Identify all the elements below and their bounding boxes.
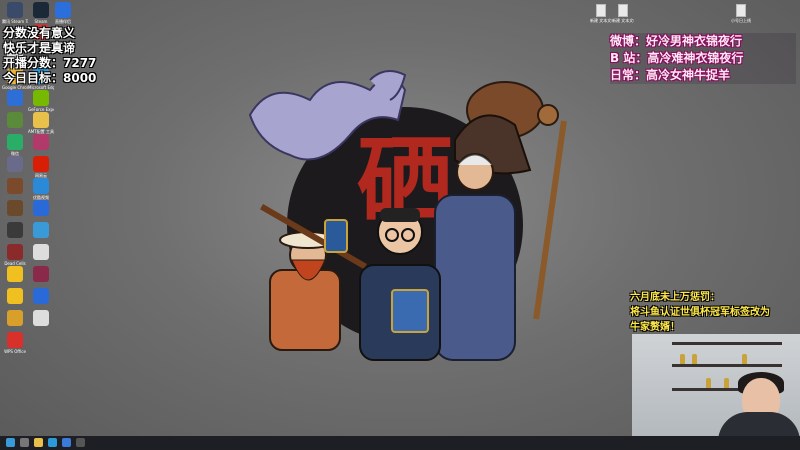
desktop-shortcut[interactable]: 腾讯 Steam Trouble bbox=[2, 2, 28, 24]
document-icon bbox=[596, 4, 606, 17]
penalty-notice: 六月底未上万惩罚： 将斗鱼认证世俱杯冠军标签改为 牛家赘婿！ bbox=[630, 290, 800, 335]
trophy-icon bbox=[706, 378, 711, 388]
start-score: 开播分数：7277 bbox=[3, 56, 97, 70]
score-overlay: 分数没有意义 快乐才是真谛 开播分数：7277 今日目标：8000 bbox=[3, 26, 96, 86]
desktop-shortcut[interactable] bbox=[2, 156, 28, 173]
desktop-shortcut[interactable] bbox=[28, 288, 54, 305]
social-overlay: 微博：好冷男神衣锦夜行 B 站：高冷难神衣锦夜行 日常：高冷女神牛捉羊 bbox=[610, 33, 796, 84]
desktop-shortcut[interactable] bbox=[2, 266, 28, 283]
stream-icon bbox=[55, 2, 71, 18]
document-icon bbox=[618, 4, 628, 17]
file-label: 小号日上线 bbox=[731, 18, 751, 23]
netease-icon bbox=[33, 156, 49, 172]
desktop-file[interactable]: 小号日上线 bbox=[730, 4, 752, 23]
desktop-file[interactable]: 新建 文本文档 bbox=[590, 4, 612, 23]
wizard-staff bbox=[533, 120, 567, 320]
desktop-shortcut[interactable] bbox=[28, 310, 54, 327]
desktop-shortcut[interactable] bbox=[28, 200, 54, 217]
desktop-shortcut[interactable]: 优酷视频 bbox=[28, 178, 54, 200]
hearthstone-card bbox=[324, 219, 348, 253]
app-icon bbox=[7, 266, 23, 282]
desktop-shortcut[interactable] bbox=[2, 112, 28, 129]
app-icon bbox=[33, 288, 49, 304]
desktop-shortcut[interactable] bbox=[2, 200, 28, 217]
wps-icon bbox=[7, 332, 23, 348]
desktop-shortcut[interactable] bbox=[2, 288, 28, 305]
app-icon bbox=[7, 222, 23, 238]
folder-icon bbox=[33, 112, 49, 128]
desktop-shortcut[interactable]: 微信 bbox=[2, 134, 28, 156]
desktop-shortcut[interactable]: 网易云 bbox=[28, 156, 54, 178]
score-motto-1: 分数没有意义 bbox=[3, 26, 76, 40]
desktop: 腾讯 Steam TroubleSteam直播伴侣Google ChromeMi… bbox=[0, 0, 800, 442]
trophy-icon bbox=[692, 354, 697, 364]
desktop-shortcut[interactable] bbox=[28, 134, 54, 151]
steam-icon bbox=[33, 2, 49, 18]
app-icon bbox=[33, 222, 49, 238]
desktop-wallpaper-artwork: 硒 bbox=[248, 70, 567, 361]
document-icon bbox=[736, 4, 746, 17]
app-icon bbox=[33, 310, 49, 326]
app-icon bbox=[33, 134, 49, 150]
daily-target: 今日目标：8000 bbox=[3, 71, 97, 85]
shelf-middle bbox=[672, 364, 782, 367]
score-motto-2: 快乐才是真谛 bbox=[3, 41, 76, 55]
app-icon bbox=[7, 112, 23, 128]
file-label: 新建 文本文档 bbox=[612, 18, 634, 23]
notice-line-3: 牛家赘婿！ bbox=[630, 322, 680, 333]
host-hair bbox=[380, 208, 420, 222]
game-icon bbox=[7, 244, 23, 260]
notice-line-2: 将斗鱼认证世俱杯冠军标签改为 bbox=[630, 307, 770, 318]
trophy-icon bbox=[742, 354, 747, 364]
desktop-shortcut[interactable] bbox=[2, 310, 28, 327]
app-icon bbox=[7, 288, 23, 304]
desktop-shortcut[interactable] bbox=[28, 266, 54, 283]
wizard-robe bbox=[434, 194, 516, 361]
file-explorer-icon[interactable] bbox=[34, 438, 43, 447]
app-icon bbox=[7, 200, 23, 216]
card-pack bbox=[391, 289, 429, 333]
trophy-icon bbox=[724, 378, 729, 388]
desktop-shortcut[interactable]: 直播伴侣 bbox=[50, 2, 76, 24]
bilibili-handle: B 站：高冷难神衣锦夜行 bbox=[610, 51, 744, 65]
file-label: 新建 文本文档 bbox=[590, 18, 612, 23]
start-button-icon[interactable] bbox=[6, 438, 15, 447]
dwarf-body bbox=[269, 269, 341, 351]
taskbar bbox=[0, 436, 800, 450]
desktop-shortcut[interactable] bbox=[2, 90, 28, 107]
app-icon bbox=[7, 310, 23, 326]
notice-line-1: 六月底未上万惩罚： bbox=[630, 292, 720, 303]
shelf-top bbox=[672, 342, 782, 345]
desktop-shortcut[interactable]: Dead Cells bbox=[2, 244, 28, 266]
desktop-shortcut[interactable]: AMT配置 工具 bbox=[28, 112, 54, 134]
search-icon[interactable] bbox=[20, 438, 29, 447]
shortcut-label: 腾讯 Steam Trouble bbox=[2, 19, 28, 24]
desktop-shortcut[interactable] bbox=[2, 178, 28, 195]
daily-handle: 日常：高冷女神牛捉羊 bbox=[610, 68, 731, 82]
app-icon[interactable] bbox=[62, 438, 71, 447]
game-icon bbox=[7, 2, 23, 18]
desktop-file[interactable]: 新建 文本文档 bbox=[612, 4, 634, 23]
nvidia-icon bbox=[33, 90, 49, 106]
app-icon[interactable] bbox=[76, 438, 85, 447]
wechat-icon bbox=[7, 134, 23, 150]
trophy-icon bbox=[680, 354, 685, 364]
desktop-shortcut[interactable]: GeForce Experience bbox=[28, 90, 54, 112]
app-icon bbox=[7, 90, 23, 106]
video-icon bbox=[33, 178, 49, 194]
desktop-shortcut[interactable]: WPS Office bbox=[2, 332, 28, 354]
app-icon bbox=[33, 244, 49, 260]
app-icon bbox=[33, 200, 49, 216]
staff-orb bbox=[537, 104, 559, 126]
shortcut-label: WPS Office bbox=[4, 349, 26, 354]
app-icon bbox=[33, 266, 49, 282]
app-icon bbox=[7, 156, 23, 172]
weibo-handle: 微博：好冷男神衣锦夜行 bbox=[610, 34, 743, 48]
desktop-shortcut[interactable] bbox=[28, 244, 54, 261]
desktop-shortcut[interactable] bbox=[2, 222, 28, 239]
edge-icon[interactable] bbox=[48, 438, 57, 447]
app-icon bbox=[7, 178, 23, 194]
desktop-shortcut[interactable] bbox=[28, 222, 54, 239]
